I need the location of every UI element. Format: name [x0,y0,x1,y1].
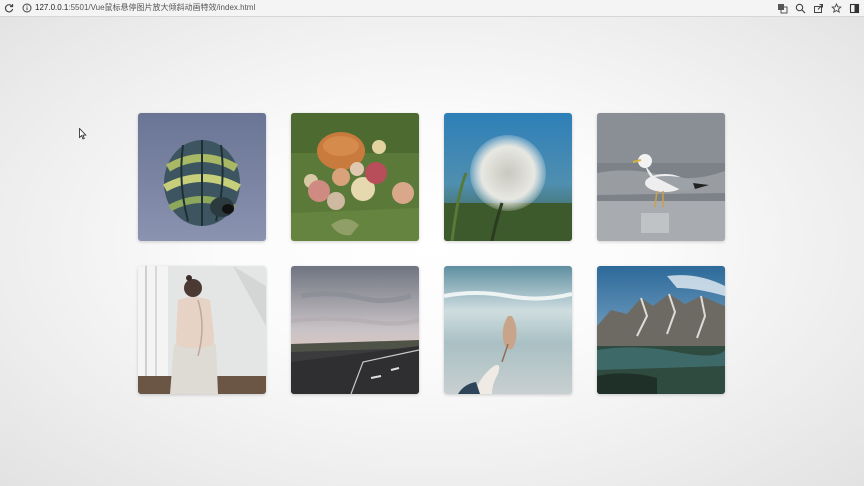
address-bar[interactable]: 127.0.0.1:5501/Vue鼠标悬停图片放大倾斜动画特效/index.h… [35,2,255,14]
gallery-image-hot-air-balloon[interactable] [138,113,266,241]
page [0,17,864,486]
gallery-image-apples-and-pumpkin[interactable] [291,113,419,241]
gallery-image-woman-back[interactable] [138,266,266,394]
gallery-image-dandelion[interactable] [444,113,572,241]
sidebar-icon[interactable] [848,2,860,14]
star-icon[interactable] [830,2,842,14]
browser-toolbar: 127.0.0.1:5501/Vue鼠标悬停图片放大倾斜动画特效/index.h… [0,0,864,17]
info-icon[interactable] [21,2,33,14]
reload-icon[interactable] [3,2,15,14]
gallery-image-seagull[interactable] [597,113,725,241]
zoom-icon[interactable] [794,2,806,14]
gallery-image-hand-holding-leaf[interactable] [444,266,572,394]
mouse-cursor-icon [79,127,87,140]
gallery-image-mountains[interactable] [597,266,725,394]
url-path: :5501/Vue鼠标悬停图片放大倾斜动画特效/index.html [68,3,256,12]
translate-icon[interactable] [776,2,788,14]
share-icon[interactable] [812,2,824,14]
gallery-image-road[interactable] [291,266,419,394]
url-host: 127.0.0.1 [35,3,69,12]
